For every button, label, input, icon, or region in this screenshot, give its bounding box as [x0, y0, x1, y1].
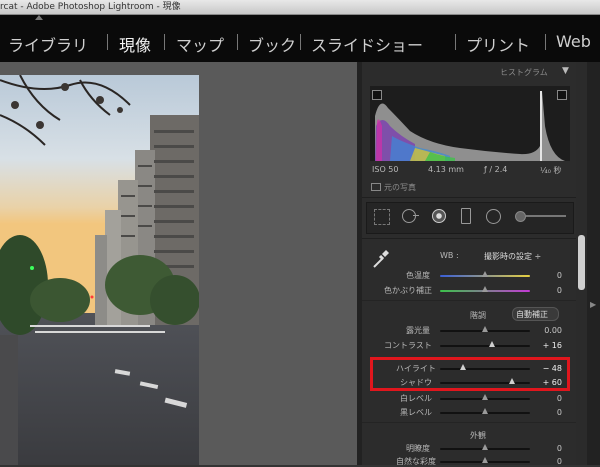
graduated-filter-icon[interactable] [461, 208, 471, 224]
collapse-top-panel-icon[interactable] [35, 15, 43, 20]
module-separator [164, 34, 165, 50]
highlights-value[interactable]: − 48 [522, 364, 562, 373]
histogram-shutter: ¹⁄₄₀ 秒 [540, 166, 562, 175]
tone-section-title: 階調 [470, 311, 486, 320]
vibrance-label: 自然な彩度 [396, 457, 436, 466]
tint-label: 色かぶり補正 [384, 286, 432, 295]
clarity-value[interactable]: 0 [522, 444, 562, 453]
shadows-label: シャドウ [400, 378, 432, 387]
histogram-title[interactable]: ヒストグラム [500, 67, 548, 78]
exposure-label: 露光量 [406, 326, 430, 335]
module-separator [300, 34, 301, 50]
contrast-value[interactable]: + 16 [522, 341, 562, 350]
spot-removal-icon[interactable] [402, 209, 416, 223]
blacks-slider-thumb[interactable] [482, 408, 488, 414]
highlights-slider[interactable] [440, 368, 530, 370]
adjustment-brush-icon[interactable] [515, 211, 526, 222]
panel-divider [362, 422, 576, 423]
module-map[interactable]: マップ [176, 32, 224, 56]
histogram-iso: ISO 50 [372, 165, 399, 174]
clarity-label: 明瞭度 [406, 444, 430, 453]
highlights-label: ハイライト [396, 364, 436, 373]
original-photo-checkbox[interactable] [371, 183, 381, 191]
blacks-label: 黒レベル [400, 408, 432, 417]
auto-tone-label: 自動補正 [516, 310, 548, 319]
histogram-graph[interactable] [370, 86, 570, 161]
module-book[interactable]: ブック [248, 32, 296, 56]
module-library[interactable]: ライブラリ [8, 32, 88, 56]
adjustment-brush-slider[interactable] [526, 215, 566, 217]
contrast-slider[interactable] [440, 345, 530, 347]
wb-preset-select[interactable]: 撮影時の設定 ÷ [484, 251, 541, 262]
presence-section-title: 外観 [470, 431, 486, 440]
whites-label: 白レベル [400, 394, 432, 403]
original-photo-label: 元の写真 [384, 183, 416, 192]
right-edge-strip [587, 62, 600, 465]
contrast-slider-thumb[interactable] [489, 341, 496, 347]
spot-removal-tail [413, 215, 419, 216]
shadows-slider-thumb[interactable] [509, 378, 515, 384]
module-develop[interactable]: 現像 [119, 32, 151, 56]
vibrance-slider-thumb[interactable] [482, 457, 488, 463]
wb-label: WB : [440, 251, 459, 260]
highlights-slider-thumb[interactable] [460, 364, 467, 370]
shadows-value[interactable]: + 60 [522, 378, 562, 387]
module-separator [237, 34, 238, 50]
module-separator [545, 34, 546, 50]
shadows-slider[interactable] [440, 382, 530, 384]
temp-slider-thumb[interactable] [482, 271, 488, 277]
blacks-value[interactable]: 0 [522, 408, 562, 417]
wb-eyedropper-icon[interactable] [370, 247, 392, 269]
temp-value[interactable]: 0 [522, 271, 562, 280]
panel-divider [362, 300, 576, 301]
panel-scrollbar-thumb[interactable] [578, 235, 585, 290]
histogram-collapse-icon[interactable]: ▼ [562, 66, 569, 76]
crop-tool-icon[interactable] [374, 209, 390, 225]
temp-label: 色温度 [406, 271, 430, 280]
exposure-value[interactable]: 0.00 [522, 326, 562, 335]
histogram-aperture: ƒ / 2.4 [484, 165, 508, 174]
collapse-right-panel-icon[interactable]: ▶ [590, 300, 596, 309]
photo-preview[interactable] [0, 75, 199, 465]
histogram-focal-length: 4.13 mm [428, 165, 464, 174]
module-separator [455, 34, 456, 50]
module-print[interactable]: プリント [466, 32, 530, 56]
panel-divider [362, 197, 576, 198]
radial-filter-icon[interactable] [486, 209, 501, 224]
module-picker: ライブラリ 現像 マップ ブック スライドショー プリント Web [0, 15, 600, 62]
clarity-slider-thumb[interactable] [482, 444, 488, 450]
whites-slider-thumb[interactable] [482, 394, 488, 400]
panel-divider [362, 238, 576, 239]
shadow-clipping-icon[interactable] [372, 90, 382, 100]
highlight-clipping-icon[interactable] [557, 90, 567, 100]
red-eye-icon[interactable] [432, 209, 446, 223]
tint-slider-thumb[interactable] [482, 286, 488, 292]
contrast-label: コントラスト [384, 341, 432, 350]
module-web[interactable]: Web [556, 32, 591, 51]
exposure-slider-thumb[interactable] [482, 326, 488, 332]
whites-value[interactable]: 0 [522, 394, 562, 403]
window-title: rcat - Adobe Photoshop Lightroom - 現像 [0, 2, 181, 12]
module-slideshow[interactable]: スライドショー [311, 32, 423, 56]
module-separator [107, 34, 108, 50]
tint-value[interactable]: 0 [522, 286, 562, 295]
